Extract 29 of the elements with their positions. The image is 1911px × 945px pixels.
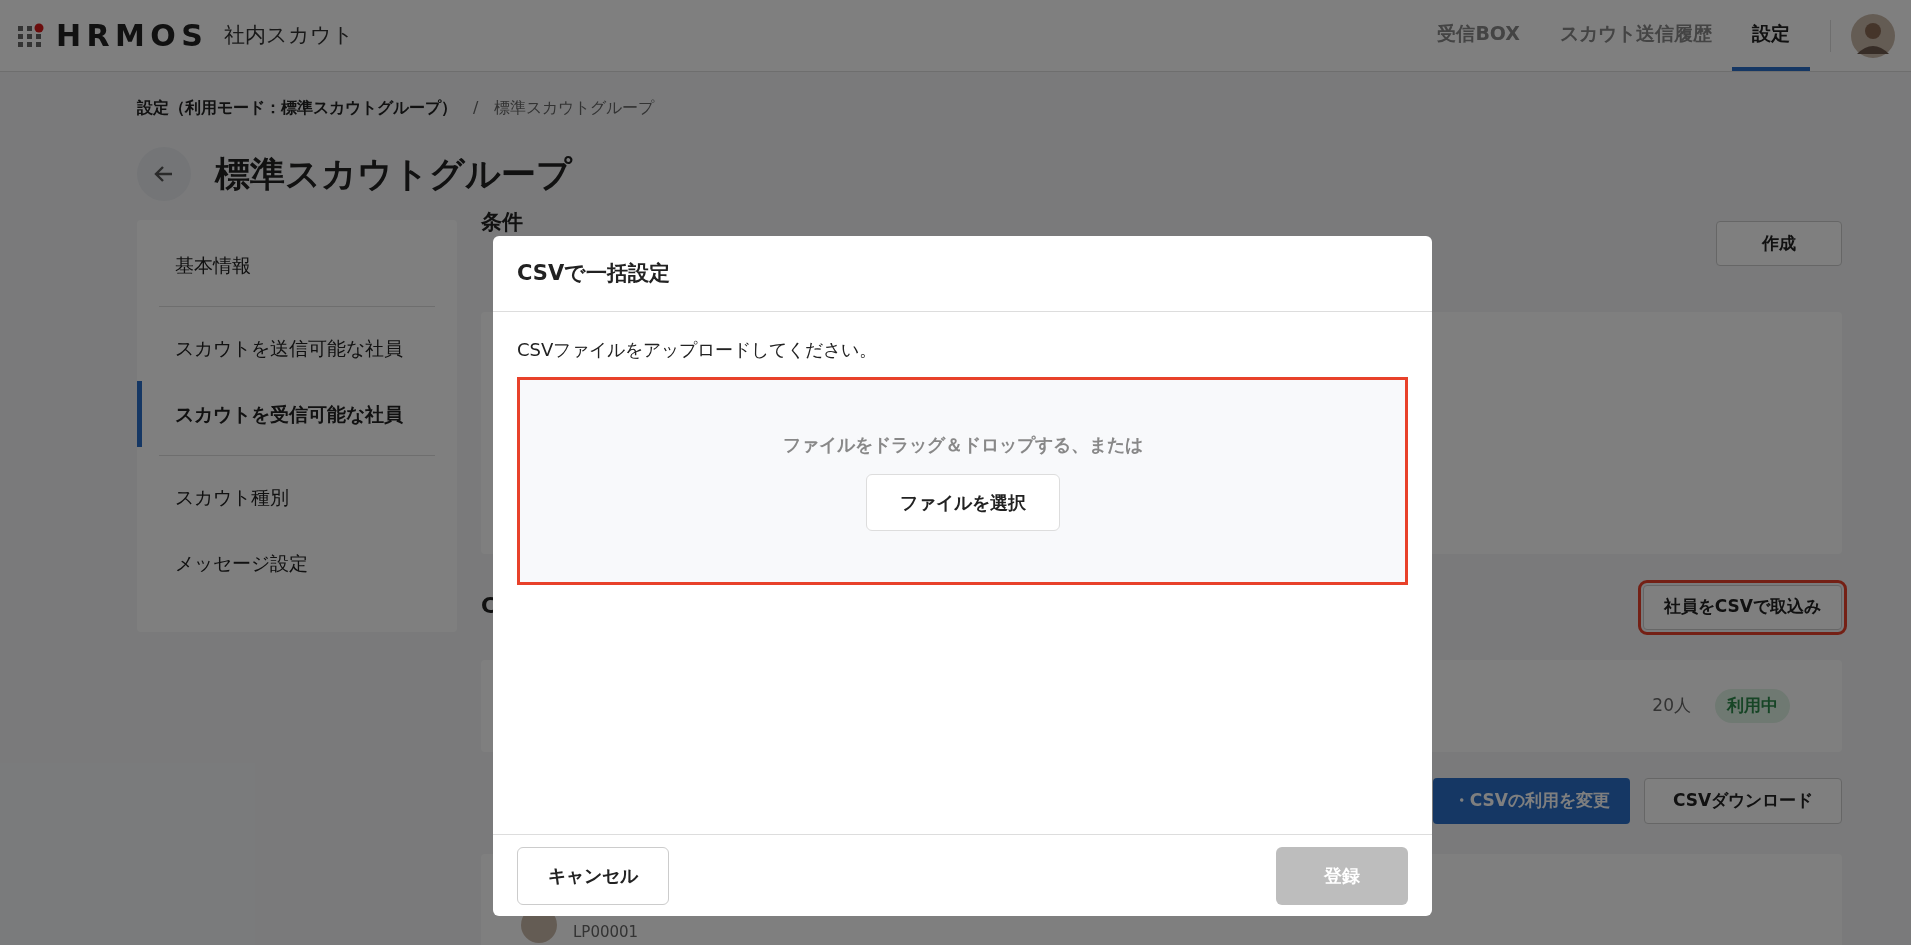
change-csv-button[interactable]: ・CSVの利用を変更	[1432, 778, 1630, 824]
sidebar-item[interactable]: スカウトを送信可能な社員	[137, 315, 457, 381]
breadcrumb-link[interactable]: 設定（利用モード：標準スカウトグループ）	[137, 96, 457, 120]
choose-file-button[interactable]: ファイルを選択	[865, 474, 1060, 531]
dropzone-text: ファイルをドラッグ＆ドロップする、または	[782, 433, 1143, 457]
breadcrumb-current: 標準スカウトグループ	[494, 97, 655, 119]
status-badge: 利用中	[1715, 689, 1790, 723]
file-dropzone[interactable]: ファイルをドラッグ＆ドロップする、または ファイルを選択	[517, 377, 1408, 585]
app-grid-icon[interactable]	[16, 21, 44, 50]
cancel-button[interactable]: キャンセル	[517, 846, 669, 905]
employee-id: LP00001	[573, 921, 639, 943]
dialog-title: CSVで一括設定	[517, 259, 671, 287]
sidebar-item[interactable]: スカウトを受信可能な社員	[137, 381, 457, 447]
user-avatar[interactable]	[1851, 13, 1895, 58]
csv-download-button[interactable]: CSVダウンロード	[1644, 778, 1842, 824]
section-heading: 条件	[481, 212, 523, 233]
nav-tab[interactable]: 設定	[1732, 0, 1810, 71]
product-name: 社内スカウト	[224, 21, 355, 49]
page-title: 標準スカウトグループ	[215, 152, 572, 196]
sidebar-item[interactable]: 基本情報	[137, 232, 457, 298]
member-count: 20人	[1652, 694, 1691, 718]
create-button[interactable]: 作成	[1716, 221, 1842, 266]
logo[interactable]: HRMOS	[56, 13, 209, 58]
nav-tab[interactable]: スカウト送信履歴	[1540, 0, 1732, 71]
dialog-instruction: CSVファイルをアップロードしてください。	[517, 338, 879, 362]
sidebar-item[interactable]: メッセージ設定	[137, 530, 457, 596]
breadcrumb-separator: /	[473, 97, 479, 119]
nav-tab[interactable]: 受信BOX	[1417, 0, 1540, 71]
sidebar-item[interactable]: スカウト種別	[137, 464, 457, 530]
